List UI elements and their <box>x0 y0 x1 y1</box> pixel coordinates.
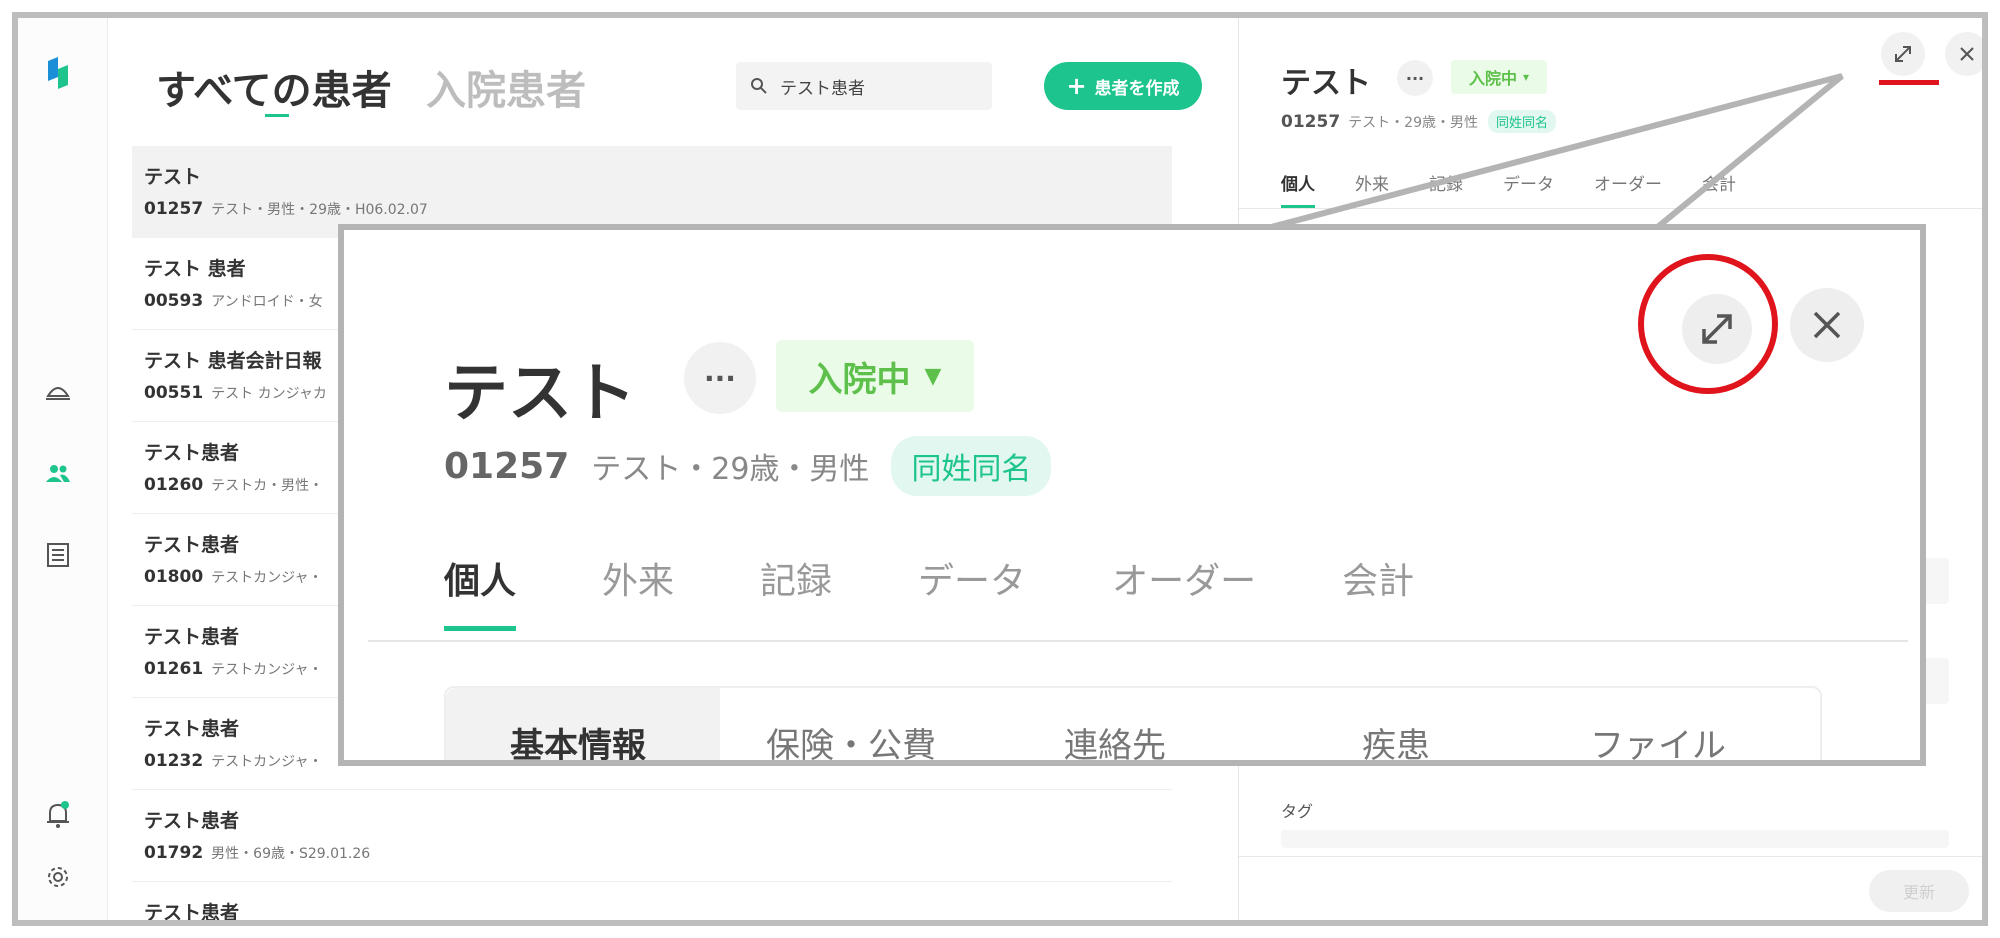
plus-icon: + <box>1066 72 1087 100</box>
patient-id: 01232 <box>144 751 204 771</box>
tab-all-patients[interactable]: すべての患者 <box>156 58 392 116</box>
tab-orders[interactable]: オーダー <box>1594 170 1662 208</box>
more-options-button[interactable]: ··· <box>1397 60 1433 96</box>
subtab-insurance[interactable]: 保険・公費 <box>766 718 936 760</box>
tab-records[interactable]: 記録 <box>1429 170 1463 208</box>
patient-meta: テスト・男性・29歳・H06.02.07 <box>211 202 428 218</box>
patient-id: 01261 <box>144 659 204 679</box>
zoom-subtabs: 基本情報 保険・公費 連絡先 疾患 ファイル <box>444 686 1822 760</box>
tab-personal[interactable]: 個人 <box>1281 170 1315 208</box>
zoom-close-button[interactable] <box>1790 288 1864 362</box>
patient-id: 01800 <box>144 567 204 587</box>
zoom-patient-name: テスト <box>444 357 636 431</box>
close-button[interactable] <box>1945 32 1982 76</box>
zoom-tab-billing[interactable]: 会計 <box>1342 552 1414 604</box>
list-item[interactable]: テスト患者 <box>132 882 1172 924</box>
patients-icon[interactable] <box>43 458 73 488</box>
admission-status-dropdown[interactable]: 入院中 ▾ <box>1451 60 1547 94</box>
patient-meta: テスト カンジャカ <box>211 386 327 402</box>
detail-patient-name: テスト <box>1281 66 1371 101</box>
zoom-subinfo: 01257 テスト・29歳・男性 同姓同名 <box>444 436 1052 496</box>
patient-meta: 男性・69歳・S29.01.26 <box>211 846 371 862</box>
tab-data[interactable]: データ <box>1503 170 1554 208</box>
zoom-active-tab-indicator <box>444 626 516 631</box>
detail-patient-meta: テスト・29歳・男性 <box>1348 114 1478 131</box>
zoom-tabs: 個人 外来 記録 データ オーダー 会計 <box>444 552 1500 604</box>
zoom-tab-records[interactable]: 記録 <box>760 552 832 604</box>
tab-divider <box>1239 208 1982 209</box>
tag-input[interactable] <box>1281 830 1949 848</box>
patient-meta: テストカ・男性・ <box>211 478 324 494</box>
tab-billing[interactable]: 会計 <box>1702 170 1736 208</box>
settings-gear-icon[interactable] <box>43 862 73 892</box>
patient-id: 01792 <box>144 843 204 863</box>
detail-patient-id: 01257 <box>1281 111 1341 132</box>
status-label: 入院中 <box>1468 69 1517 88</box>
search-icon <box>751 78 767 94</box>
patient-meta: テストカンジャ・ <box>211 754 323 770</box>
zoom-tab-orders[interactable]: オーダー <box>1112 552 1256 604</box>
patient-name: テスト <box>144 166 202 188</box>
tab-outpatient[interactable]: 外来 <box>1355 170 1389 208</box>
footer-divider <box>1239 856 1982 857</box>
zoom-patient-id: 01257 <box>444 445 570 487</box>
patient-meta: テストカンジャ・ <box>211 570 323 586</box>
chevron-down-icon: ▾ <box>1522 70 1530 84</box>
expand-arrows-icon <box>1895 46 1911 62</box>
subtab-files[interactable]: ファイル <box>1590 718 1726 760</box>
patient-meta: アンドロイド・女 <box>211 294 323 310</box>
detail-tabs: 個人 外来 記録 データ オーダー 会計 <box>1281 170 1736 208</box>
close-icon <box>1960 47 1974 61</box>
expand-button[interactable] <box>1881 32 1925 76</box>
patient-name: テスト患者 <box>144 902 240 924</box>
create-patient-label: 患者を作成 <box>1094 78 1180 99</box>
patient-id: 01257 <box>144 199 204 219</box>
records-list-icon[interactable] <box>43 540 73 570</box>
patient-id: 00551 <box>144 383 204 403</box>
zoom-tab-outpatient[interactable]: 外来 <box>602 552 674 604</box>
notification-bell-icon[interactable] <box>43 800 73 830</box>
search-value: テスト患者 <box>780 78 865 99</box>
patient-id: 01260 <box>144 475 204 495</box>
search-input[interactable]: テスト患者 <box>736 62 992 110</box>
zoom-same-name-badge: 同姓同名 <box>891 436 1052 496</box>
close-icon <box>1813 311 1841 339</box>
reception-bell-icon[interactable] <box>43 376 73 406</box>
tag-label: タグ <box>1281 802 1314 821</box>
tab-inpatients[interactable]: 入院患者 <box>426 58 586 116</box>
zoom-tab-data[interactable]: データ <box>918 552 1026 604</box>
create-patient-button[interactable]: + 患者を作成 <box>1044 62 1202 110</box>
zoom-callout: テスト ··· 入院中 ▼ 01257 テスト・29歳・男性 同姓同名 個人 外… <box>338 224 1926 766</box>
zoom-patient-meta: テスト・29歳・男性 <box>591 452 870 487</box>
subtab-diseases[interactable]: 疾患 <box>1362 718 1430 760</box>
patient-meta: テストカンジャ・ <box>211 662 323 678</box>
update-button[interactable]: 更新 <box>1869 870 1969 912</box>
subtab-contacts[interactable]: 連絡先 <box>1064 718 1166 760</box>
subtab-basic-info[interactable]: 基本情報 <box>510 718 646 760</box>
highlight-underline <box>1879 80 1939 85</box>
patient-id: 00593 <box>144 291 204 311</box>
zoom-tab-personal[interactable]: 個人 <box>444 552 516 604</box>
same-name-badge: 同姓同名 <box>1487 110 1556 133</box>
chevron-down-icon: ▼ <box>924 363 942 389</box>
left-sidebar <box>18 18 108 920</box>
zoom-tab-divider <box>368 640 1908 642</box>
app-logo-icon[interactable] <box>43 57 73 89</box>
zoom-more-options-button[interactable]: ··· <box>684 342 756 414</box>
zoom-status-label: 入院中 <box>808 359 911 400</box>
highlight-circle <box>1638 254 1778 394</box>
zoom-status-dropdown[interactable]: 入院中 ▼ <box>776 340 974 412</box>
active-tab-indicator <box>265 114 289 117</box>
detail-subinfo: 01257 テスト・29歳・男性 同姓同名 <box>1281 110 1556 133</box>
list-item[interactable]: テスト患者 01792 男性・69歳・S29.01.26 <box>132 790 1172 882</box>
patient-name: テスト患者 <box>144 810 240 832</box>
